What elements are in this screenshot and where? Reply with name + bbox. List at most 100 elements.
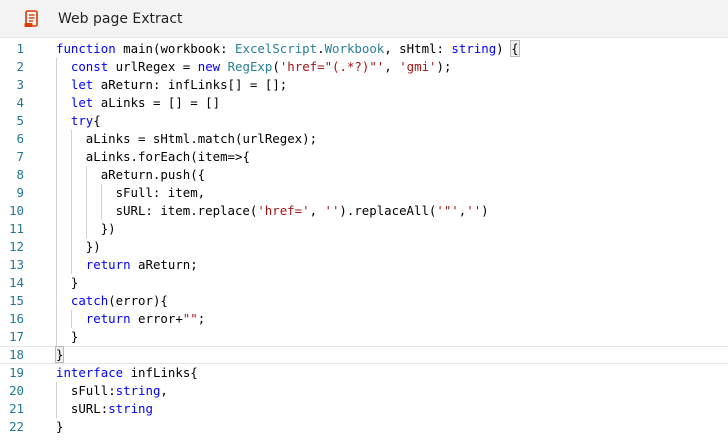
code-line[interactable]: 14} (0, 274, 728, 292)
code-token: ; (197, 311, 206, 326)
code-token: aLinks = [] = [] (93, 95, 221, 110)
indent-guide (56, 292, 57, 310)
code-line[interactable]: 11}) (0, 220, 728, 238)
line-number: 3 (16, 77, 24, 92)
indent-guide (85, 202, 87, 220)
indent-guide (56, 76, 57, 94)
code-line[interactable]: 10 sURL: item.replace('href=', '').replac… (0, 202, 728, 220)
indent-guide (100, 184, 102, 202)
code-token: let (70, 95, 94, 110)
code-line[interactable]: 3 let aReturn: infLinks[] = []; (0, 76, 728, 94)
code-text: return aReturn; (86, 256, 198, 274)
code-line[interactable]: 19 interface infLinks{ (0, 364, 728, 382)
line-number: 19 (9, 365, 24, 380)
code-token: return (85, 311, 131, 326)
code-token: , (384, 59, 400, 74)
indent-guide (56, 202, 57, 220)
line-number: 20 (9, 383, 24, 398)
code-token: (error){ (108, 293, 168, 308)
code-text: return error+""; (86, 310, 205, 328)
code-text: sFull: item, (116, 184, 206, 202)
code-token: aReturn.push({ (100, 167, 206, 182)
indent-guide (56, 256, 57, 274)
code-line[interactable]: 16 return error+""; (0, 310, 728, 328)
code-token: main(workbook: (115, 41, 236, 56)
code-token: { (510, 40, 520, 57)
indent-guide (56, 220, 57, 238)
indent-guide (56, 238, 57, 256)
line-number: 1 (16, 41, 24, 56)
code-line[interactable]: 12}) (0, 238, 728, 256)
code-line[interactable]: 20 sFull:string, (0, 382, 728, 400)
code-token: let (70, 77, 94, 92)
code-token: }) (85, 239, 101, 254)
code-token: , (309, 203, 325, 218)
code-line[interactable]: 22} (0, 418, 728, 436)
indent-guide (56, 310, 57, 328)
indent-guide (70, 184, 72, 202)
code-token: sFull: (70, 383, 116, 398)
code-line[interactable]: 4 let aLinks = [] = [] (0, 94, 728, 112)
indent-guide (70, 220, 72, 238)
code-text: let aLinks = [] = [] (71, 94, 220, 112)
code-token: } (54, 346, 65, 363)
code-line[interactable]: 18} (0, 346, 728, 364)
line-number: 21 (9, 401, 24, 416)
line-number: 11 (9, 221, 24, 236)
code-text: catch(error){ (71, 292, 168, 310)
code-line[interactable]: 15 catch(error){ (0, 292, 728, 310)
code-line[interactable]: 17} (0, 328, 728, 346)
code-text: aReturn.push({ (101, 166, 205, 184)
code-text: sFull:string, (71, 382, 168, 400)
code-text: } (54, 346, 65, 363)
code-token: { (93, 113, 101, 128)
indent-guide (70, 256, 72, 274)
code-text: aLinks.forEach(item=>{ (86, 148, 250, 166)
indent-guide (56, 148, 57, 166)
code-token: aLinks.forEach(item=>{ (85, 149, 250, 164)
indent-guide (56, 94, 57, 112)
code-token: } (70, 329, 79, 344)
code-token: , (160, 383, 168, 398)
line-number: 2 (16, 59, 24, 74)
code-line[interactable]: 7 aLinks.forEach(item=>{ (0, 148, 728, 166)
code-token: , sHtml: (384, 41, 452, 56)
code-token: aLinks = sHtml.match(urlRegex); (85, 131, 318, 146)
indent-guide (56, 166, 57, 184)
code-line[interactable]: 13 return aReturn; (0, 256, 728, 274)
code-token: try (70, 113, 94, 128)
line-number: 22 (9, 419, 24, 434)
code-line[interactable]: 9 sFull: item, (0, 184, 728, 202)
code-editor[interactable]: 1 function main(workbook: ExcelScript.Wor… (0, 38, 728, 436)
code-line[interactable]: 21 sURL:string (0, 400, 728, 418)
script-title: Web page Extract (58, 10, 183, 27)
code-line[interactable]: 1 function main(workbook: ExcelScript.Wor… (0, 40, 728, 58)
line-number: 13 (9, 257, 24, 272)
code-token: ) (481, 203, 489, 218)
indent-guide (56, 112, 57, 130)
code-text: } (71, 328, 78, 346)
code-token: interface (56, 365, 124, 380)
code-token: const (70, 59, 109, 74)
line-number: 15 (9, 293, 24, 308)
code-text: const urlRegex = new RegExp('href="(.*?)… (71, 58, 452, 76)
code-line[interactable]: 5 try{ (0, 112, 728, 130)
code-text: try{ (71, 112, 101, 130)
indent-guide (56, 58, 57, 76)
line-number: 6 (16, 131, 24, 146)
code-token: '' (466, 203, 482, 218)
code-text: aLinks = sHtml.match(urlRegex); (86, 130, 317, 148)
code-token: '' (324, 203, 340, 218)
code-token: }) (100, 221, 116, 236)
indent-guide (70, 310, 72, 328)
code-token: "" (182, 311, 198, 326)
code-text: let aReturn: infLinks[] = []; (71, 76, 287, 94)
code-text: sURL: item.replace('href=', '').replaceA… (116, 202, 489, 220)
code-token: sURL: (70, 401, 109, 416)
line-number: 5 (16, 113, 24, 128)
indent-guide (56, 274, 57, 292)
code-line[interactable]: 6 aLinks = sHtml.match(urlRegex); (0, 130, 728, 148)
code-line[interactable]: 8 aReturn.push({ (0, 166, 728, 184)
code-line[interactable]: 2 const urlRegex = new RegExp('href="(.*?… (0, 58, 728, 76)
